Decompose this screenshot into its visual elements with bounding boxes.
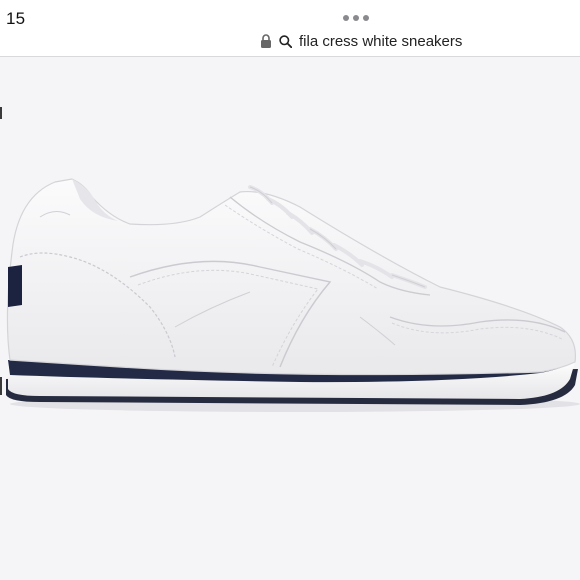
browser-top-bar: 15 fila cress white sneakers: [0, 0, 580, 57]
sneaker-image: [6, 178, 580, 412]
address-bar[interactable]: fila cress white sneakers: [260, 31, 462, 51]
address-bar-text: fila cress white sneakers: [299, 32, 463, 50]
more-dots-icon[interactable]: [343, 15, 369, 21]
fila-logo: [8, 265, 22, 307]
status-time: 15: [6, 9, 26, 28]
lock-icon: [261, 34, 271, 48]
product-image-area: [0, 57, 580, 580]
search-icon: [279, 34, 292, 48]
